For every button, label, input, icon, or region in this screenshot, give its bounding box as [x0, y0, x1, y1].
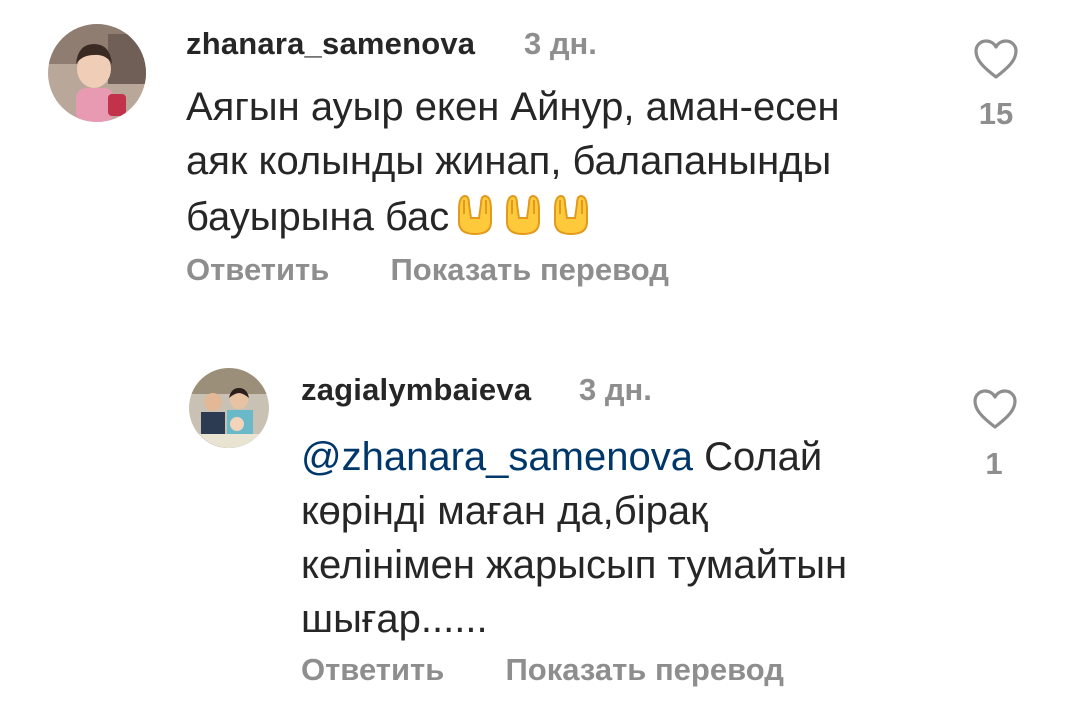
- comment-text-line: шығар......: [301, 597, 488, 641]
- like-button[interactable]: [972, 388, 1018, 435]
- heart-icon: [974, 39, 1018, 79]
- like-button[interactable]: [973, 38, 1019, 85]
- comment-text-line: бауырына бас: [186, 195, 450, 239]
- heart-icon: [973, 389, 1017, 429]
- comment-body: @zhanara_samenova Солай көрінді маған да…: [301, 430, 847, 646]
- user-avatar-child-photo-icon: [48, 24, 146, 122]
- show-translation-button[interactable]: Показать перевод: [391, 252, 669, 287]
- comment-body: Аягын ауыр екен Айнур, аман-есен аяк кол…: [186, 80, 840, 244]
- reply-button[interactable]: Ответить: [186, 252, 329, 287]
- mention-link[interactable]: @zhanara_samenova: [301, 435, 693, 479]
- comment-actions: Ответить Показать перевод: [301, 652, 784, 688]
- avatar[interactable]: [189, 368, 269, 448]
- comment-text-line: келінімен жарысып тумайтын: [301, 543, 848, 587]
- comment-text-line: Солай: [692, 435, 823, 479]
- comment-timestamp: 3 дн.: [579, 372, 652, 407]
- comment-text-line: аяк колынды жинап, балапанынды: [186, 139, 832, 183]
- user-avatar-family-photo-icon: [189, 368, 269, 448]
- comment-username[interactable]: zhanara_samenova: [186, 26, 475, 62]
- comment-text-line: көрінді маған да,бірақ: [301, 489, 708, 533]
- comment-username[interactable]: zagialymbaieva: [301, 372, 531, 408]
- show-translation-button[interactable]: Показать перевод: [506, 652, 784, 687]
- comment-timestamp: 3 дн.: [524, 26, 597, 61]
- reply-button[interactable]: Ответить: [301, 652, 444, 687]
- comment-text-line: Аягын ауыр екен Айнур, аман-есен: [186, 85, 840, 129]
- like-count: 15: [978, 96, 1014, 131]
- avatar[interactable]: [48, 24, 146, 122]
- like-count: 1: [985, 446, 1003, 481]
- palms-up-together-icon: [455, 188, 597, 236]
- comment-actions: Ответить Показать перевод: [186, 252, 669, 288]
